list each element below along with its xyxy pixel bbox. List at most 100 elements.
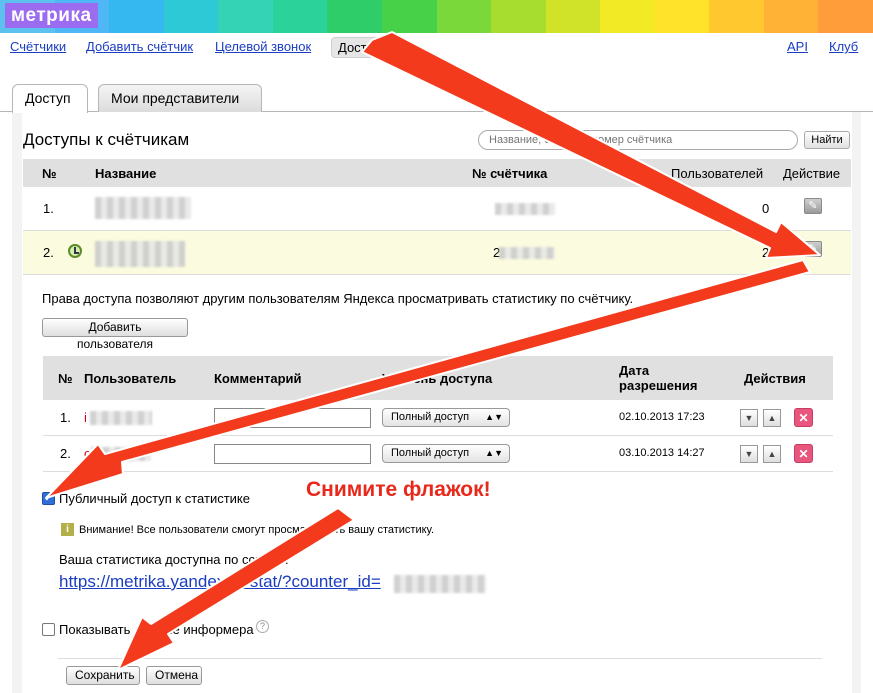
informer-label[interactable]: Показывать данные информера: [59, 622, 254, 637]
user-row-num: 1.: [60, 410, 71, 425]
counter-row[interactable]: 2. 2 2 ✎: [23, 231, 851, 275]
public-access-label[interactable]: Публичный доступ к статистике: [59, 491, 250, 506]
counter-id-redacted: [495, 203, 555, 215]
nav-target-call-link[interactable]: Целевой звонок: [215, 39, 311, 54]
access-level-value: Полный доступ: [391, 447, 470, 459]
counter-name-redacted: [95, 197, 191, 219]
pencil-icon: ✎: [808, 200, 818, 212]
user-row: 1. i Полный доступ ▲▼ 02.10.2013 17:23 ▼ …: [43, 400, 833, 436]
band-segment: [109, 0, 164, 33]
counter-id-redacted: [394, 575, 486, 593]
user-name-redacted: [90, 411, 152, 425]
counter-row[interactable]: 1. 0 ✎: [23, 187, 851, 231]
clock-icon: [68, 244, 82, 258]
help-icon[interactable]: ?: [256, 620, 269, 633]
counters-table-header: № Название № счётчика Пользователей Дейс…: [23, 159, 851, 187]
stat-link-caption: Ваша статистика доступна по ссылке:: [59, 552, 289, 567]
band-segment: [218, 0, 273, 33]
tab-access[interactable]: Доступ: [12, 84, 88, 113]
band-segment: [327, 0, 382, 33]
band-segment: [381, 0, 437, 33]
close-icon: ✕: [798, 411, 809, 425]
counter-id-redacted: [499, 247, 555, 259]
counter-users-count: 2: [762, 245, 770, 260]
user-name-initial[interactable]: i: [84, 410, 87, 425]
move-up-button[interactable]: ▲: [763, 409, 781, 427]
col-actions: Действия: [744, 371, 806, 386]
col-action: Действие: [783, 166, 841, 181]
band-segment: [654, 0, 710, 33]
band-segment: [436, 0, 492, 33]
public-stat-link[interactable]: https://metrika.yandex.ru/stat/?counter_…: [59, 572, 381, 592]
save-button[interactable]: Сохранить: [66, 666, 140, 685]
grant-date: 03.10.2013 14:27: [619, 447, 705, 459]
comment-field[interactable]: [214, 408, 371, 428]
band-segment: [709, 0, 764, 33]
band-segment: [272, 0, 328, 33]
nav-counters-link[interactable]: Счётчики: [10, 39, 66, 54]
top-navigation: Счётчики Добавить счётчик Целевой звонок…: [0, 36, 873, 58]
annotation-text: Снимите флажок!: [306, 478, 491, 501]
close-icon: ✕: [798, 447, 809, 461]
col-comment: Комментарий: [214, 371, 302, 386]
counter-name-redacted: [95, 241, 185, 267]
col-name: Название: [95, 166, 157, 181]
access-level-value: Полный доступ: [391, 411, 470, 423]
access-rights-description: Права доступа позволяют другим пользоват…: [42, 291, 634, 306]
user-name-redacted: [91, 447, 151, 461]
col-num: №: [58, 371, 73, 386]
comment-field[interactable]: [214, 444, 371, 464]
move-up-button[interactable]: ▲: [763, 445, 781, 463]
edit-counter-button[interactable]: ✎: [804, 198, 822, 214]
user-name-initial[interactable]: c: [84, 446, 91, 461]
band-segment: [491, 0, 546, 33]
user-row-num: 2.: [60, 446, 71, 461]
user-row: 2. c Полный доступ ▲▼ 03.10.2013 14:27 ▼ …: [43, 436, 833, 472]
metrika-logo[interactable]: метрика: [5, 3, 98, 28]
band-segment: [600, 0, 655, 33]
col-num: №: [42, 166, 57, 181]
delete-user-button[interactable]: ✕: [794, 444, 813, 463]
cancel-button[interactable]: Отмена: [146, 666, 202, 685]
nav-api-link[interactable]: API: [787, 39, 808, 54]
add-user-button[interactable]: Добавить пользователя: [42, 318, 188, 351]
col-user: Пользователь: [84, 371, 177, 386]
public-access-warning: Внимание! Все пользователи смогут просма…: [79, 524, 435, 536]
move-down-button[interactable]: ▼: [740, 445, 758, 463]
band-segment: [763, 0, 819, 33]
col-users: Пользователей: [671, 166, 764, 181]
users-table-header: № Пользователь Комментарий Уровень досту…: [43, 356, 833, 400]
counter-row-num: 1.: [43, 201, 54, 216]
access-level-select[interactable]: Полный доступ ▲▼: [382, 408, 510, 427]
col-counter-id: № счётчика: [472, 166, 548, 181]
nav-add-counter-link[interactable]: Добавить счётчик: [86, 39, 193, 54]
form-divider: [58, 658, 822, 659]
search-button[interactable]: Найти: [804, 131, 850, 149]
arrow-down-icon: ▼: [744, 449, 754, 459]
counter-row-num: 2.: [43, 245, 54, 260]
col-access-level: Уровень доступа: [382, 371, 493, 386]
page-title: Доступы к счётчикам: [23, 130, 190, 149]
pencil-icon: ✎: [808, 243, 818, 255]
grant-date: 02.10.2013 17:23: [619, 411, 705, 423]
col-date: Дата разрешения: [619, 363, 698, 393]
informer-checkbox[interactable]: [42, 623, 55, 636]
tab-representatives[interactable]: Мои представители: [98, 84, 262, 112]
move-down-button[interactable]: ▼: [740, 409, 758, 427]
counter-search-input[interactable]: [478, 130, 798, 150]
access-level-select[interactable]: Полный доступ ▲▼: [382, 444, 510, 463]
edit-counter-button[interactable]: ✎: [804, 241, 822, 257]
public-access-checkbox[interactable]: [42, 491, 55, 505]
nav-access-current[interactable]: Доступы: [331, 37, 397, 58]
band-segment: [818, 0, 873, 33]
info-icon: i: [61, 523, 74, 536]
counter-users-count: 0: [762, 201, 770, 216]
arrow-up-icon: ▲: [767, 449, 777, 459]
select-arrows-icon: ▲▼: [485, 448, 503, 458]
header-color-band: [0, 0, 873, 33]
arrow-up-icon: ▲: [767, 413, 777, 423]
select-arrows-icon: ▲▼: [485, 412, 503, 422]
delete-user-button[interactable]: ✕: [794, 408, 813, 427]
band-segment: [545, 0, 601, 33]
nav-club-link[interactable]: Клуб: [829, 39, 858, 54]
